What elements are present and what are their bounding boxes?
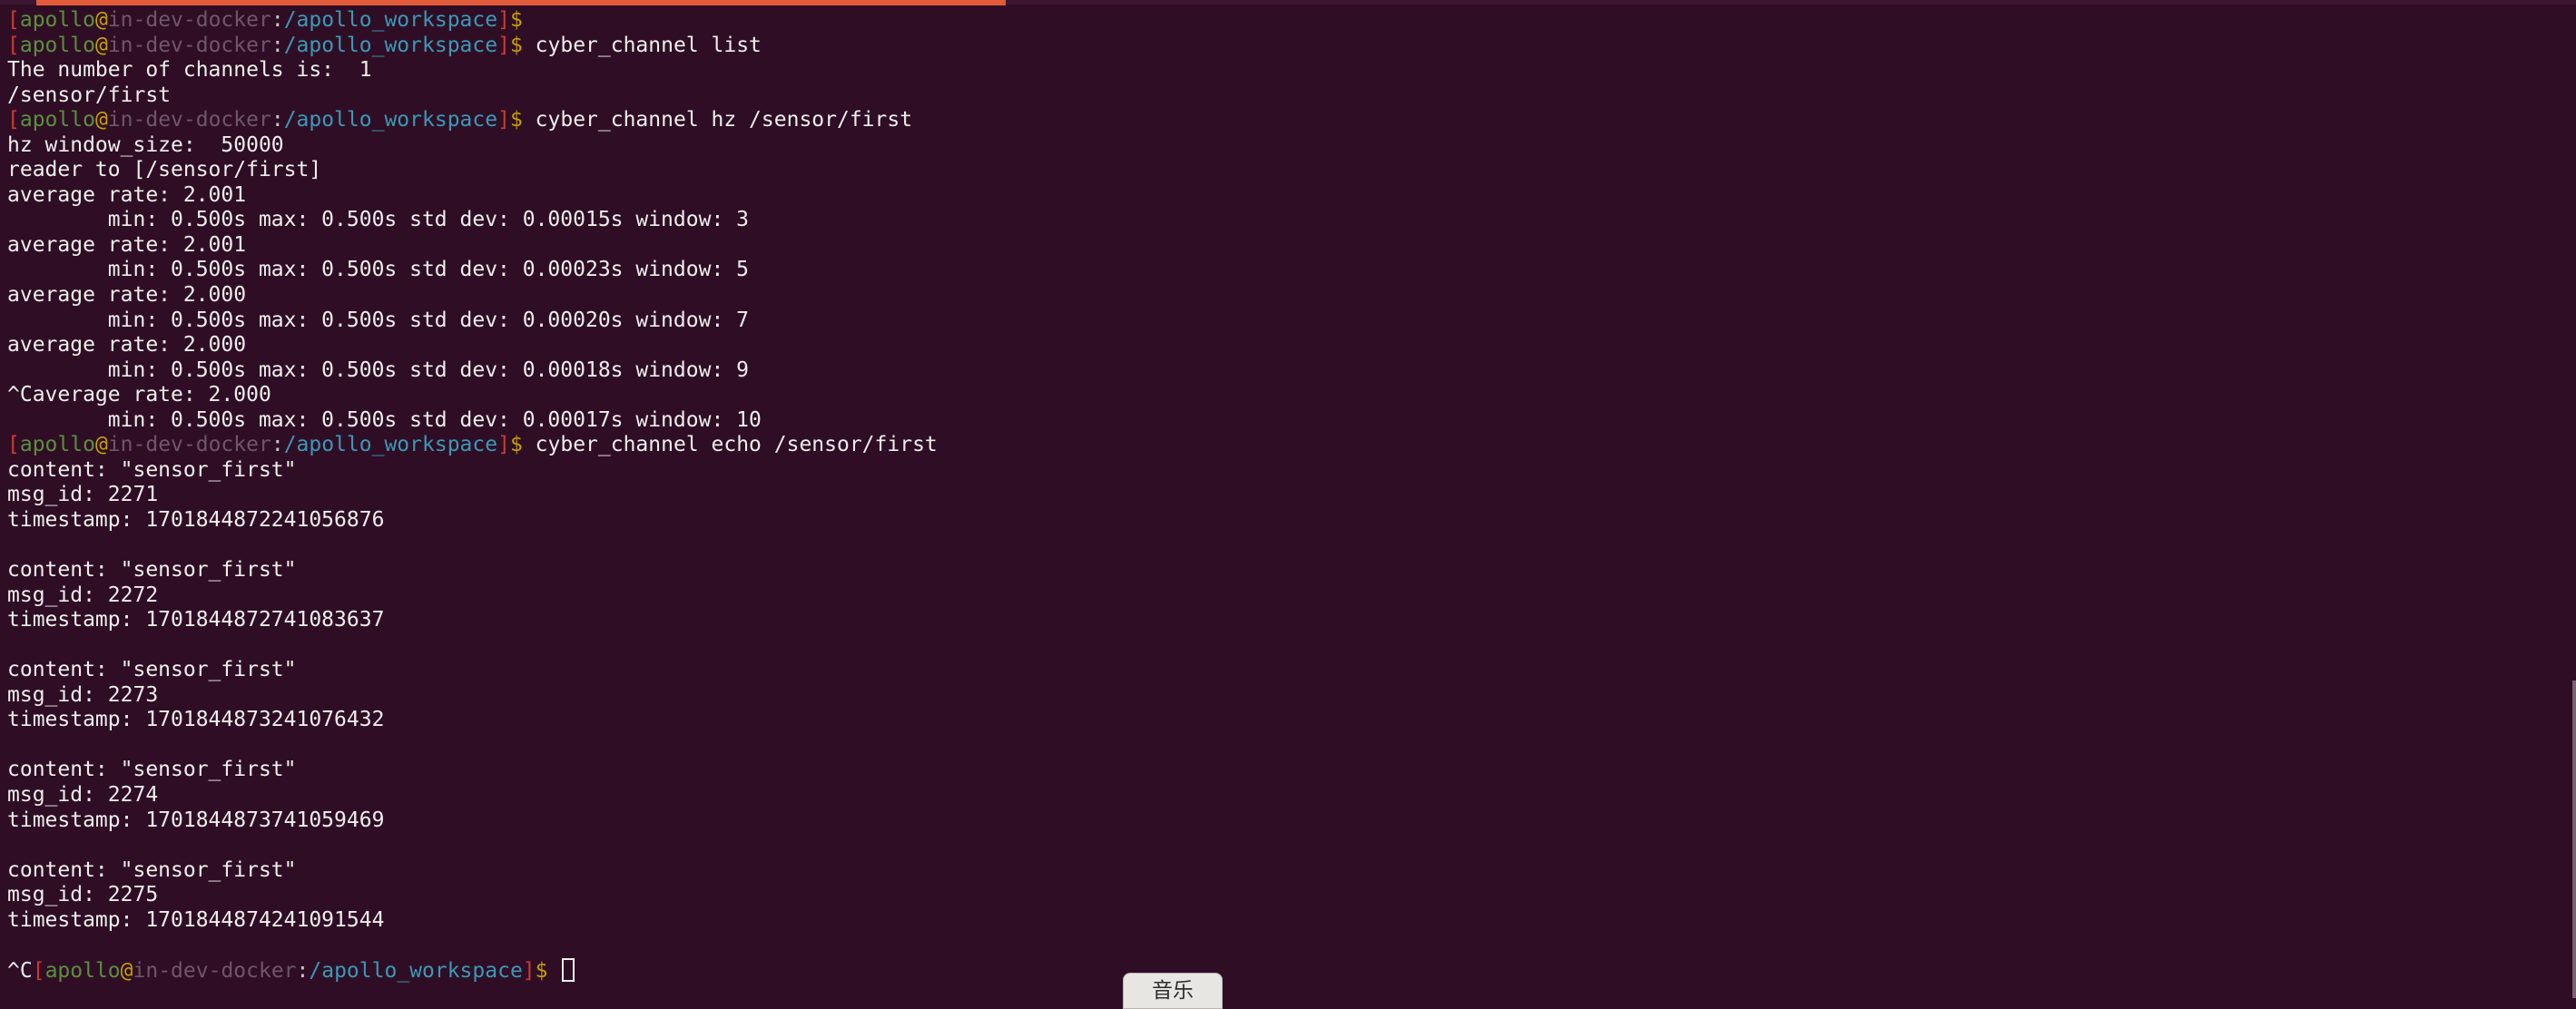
output-line: The number of channels is: 1 (7, 58, 372, 83)
prompt-path: /apollo_workspace (283, 8, 498, 32)
command-text: cyber_channel list (522, 33, 762, 57)
prompt-close-bracket: ] (497, 433, 510, 457)
music-tab-button[interactable]: 音乐 (1123, 973, 1223, 1009)
output-line: min: 0.500s max: 0.500s std dev: 0.00018… (7, 358, 749, 382)
output-line: min: 0.500s max: 0.500s std dev: 0.00015… (7, 208, 749, 232)
prompt-at: @ (94, 108, 108, 132)
prompt-line: [apollo@in-dev-docker:/apollo_workspace]… (7, 34, 2576, 59)
output-line: msg_id: 2272 (7, 583, 159, 607)
output-line: timestamp: 1701844873241076432 (7, 708, 385, 732)
prompt-host: in-dev-docker (107, 108, 271, 132)
output-line: min: 0.500s max: 0.500s std dev: 0.00020… (7, 308, 749, 332)
prompt-line: [apollo@in-dev-docker:/apollo_workspace]… (7, 8, 2576, 34)
output-line: content: "sensor_first" (7, 758, 297, 782)
prompt-host: in-dev-docker (107, 33, 271, 57)
prompt-line: [apollo@in-dev-docker:/apollo_workspace]… (7, 433, 2576, 458)
terminal-output: [apollo@in-dev-docker:/apollo_workspace]… (7, 8, 2576, 983)
prompt-host: in-dev-docker (107, 433, 271, 457)
output-line: average rate: 2.001 (7, 182, 247, 207)
active-tab-indicator (36, 0, 1006, 5)
prompt-dollar: $ (509, 108, 523, 132)
prompt-dollar: $ (509, 433, 523, 457)
prompt-open-bracket: [ (32, 958, 45, 983)
prompt-at: @ (120, 958, 133, 983)
prompt-dollar: $ (535, 958, 548, 983)
prompt-path: /apollo_workspace (283, 433, 498, 457)
output-line: min: 0.500s max: 0.500s std dev: 0.00017… (7, 407, 762, 432)
prompt-at: @ (94, 8, 108, 32)
output-line: ^Caverage rate: 2.000 (7, 383, 271, 407)
prompt-at: @ (94, 433, 108, 457)
prompt-dollar: $ (509, 8, 523, 32)
prompt-host: in-dev-docker (133, 958, 297, 983)
interrupt-marker: ^C (7, 958, 33, 983)
output-line: reader to [/sensor/first] (7, 158, 322, 182)
text-cursor[interactable] (562, 957, 575, 982)
output-line: average rate: 2.000 (7, 333, 247, 358)
output-line: timestamp: 1701844872241056876 (7, 507, 385, 532)
command-text: cyber_channel hz /sensor/first (522, 108, 913, 132)
output-line: msg_id: 2274 (7, 782, 159, 807)
prompt-host: in-dev-docker (107, 8, 271, 32)
prompt-user: apollo (19, 8, 95, 32)
prompt-colon: : (270, 8, 284, 32)
output-line: msg_id: 2273 (7, 682, 159, 707)
output-line: hz window_size: 50000 (7, 132, 284, 157)
output-line: msg_id: 2271 (7, 483, 159, 507)
prompt-open-bracket: [ (7, 33, 20, 57)
prompt-line: ^C[apollo@in-dev-docker:/apollo_workspac… (7, 957, 2576, 984)
prompt-user: apollo (19, 433, 95, 457)
prompt-dollar: $ (509, 33, 523, 57)
prompt-user: apollo (19, 33, 95, 57)
output-line: min: 0.500s max: 0.500s std dev: 0.00023… (7, 258, 749, 282)
output-line: timestamp: 1701844873741059469 (7, 808, 385, 832)
output-line: timestamp: 1701844874241091544 (7, 907, 385, 932)
output-line: average rate: 2.000 (7, 283, 247, 308)
terminal-window[interactable]: [apollo@in-dev-docker:/apollo_workspace]… (0, 0, 2576, 998)
prompt-close-bracket: ] (497, 33, 510, 57)
prompt-path: /apollo_workspace (283, 33, 498, 57)
prompt-path: /apollo_workspace (283, 108, 498, 132)
output-line: content: "sensor_first" (7, 457, 297, 482)
prompt-line: [apollo@in-dev-docker:/apollo_workspace]… (7, 108, 2576, 133)
output-line: content: "sensor_first" (7, 857, 297, 882)
output-line: content: "sensor_first" (7, 558, 297, 583)
prompt-close-bracket: ] (522, 958, 536, 983)
output-line: average rate: 2.001 (7, 232, 247, 257)
prompt-at: @ (94, 33, 108, 57)
prompt-open-bracket: [ (7, 108, 20, 132)
command-text (548, 959, 561, 983)
output-line: content: "sensor_first" (7, 658, 297, 682)
output-line: timestamp: 1701844872741083637 (7, 608, 385, 632)
prompt-path: /apollo_workspace (309, 958, 523, 983)
prompt-colon: : (270, 33, 284, 57)
prompt-open-bracket: [ (7, 8, 20, 32)
prompt-close-bracket: ] (497, 8, 510, 32)
prompt-close-bracket: ] (497, 108, 510, 132)
prompt-user: apollo (19, 108, 95, 132)
output-line: msg_id: 2275 (7, 883, 159, 907)
prompt-user: apollo (44, 958, 121, 983)
prompt-colon: : (270, 108, 284, 132)
command-text (523, 8, 536, 32)
prompt-colon: : (270, 433, 284, 457)
output-line: /sensor/first (7, 83, 172, 107)
prompt-open-bracket: [ (7, 433, 20, 457)
prompt-colon: : (296, 958, 310, 983)
scrollbar[interactable] (2572, 681, 2576, 998)
command-text: cyber_channel echo /sensor/first (522, 433, 938, 457)
